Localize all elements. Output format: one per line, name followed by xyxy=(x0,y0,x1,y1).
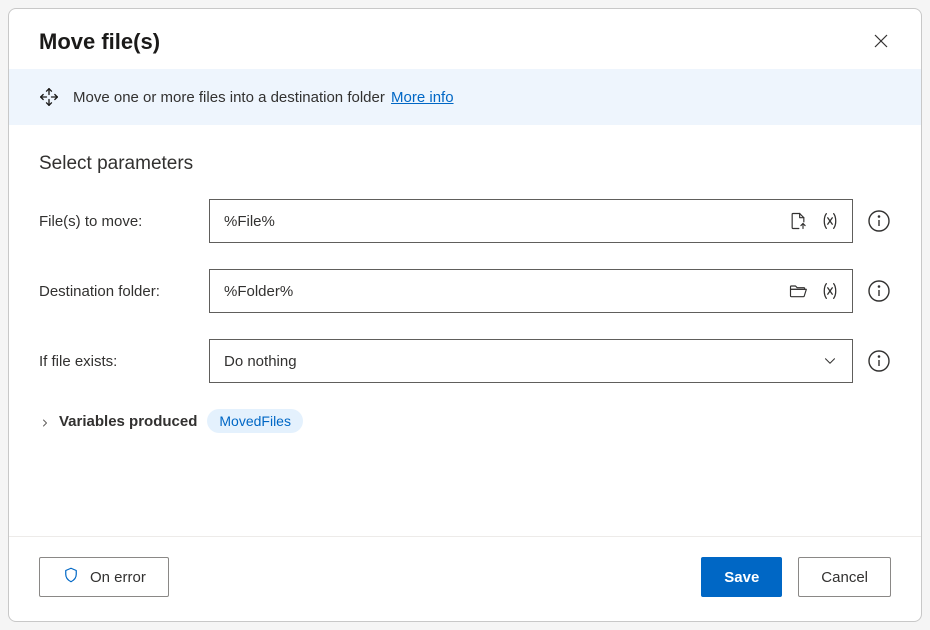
destination-folder-label: Destination folder: xyxy=(39,283,195,300)
cancel-label: Cancel xyxy=(821,569,868,586)
files-to-move-control xyxy=(209,199,853,243)
save-button[interactable]: Save xyxy=(701,557,782,597)
chevron-down-icon xyxy=(818,349,842,373)
variable-picker-button[interactable] xyxy=(818,209,842,233)
chevron-right-icon xyxy=(39,416,49,426)
on-error-button[interactable]: On error xyxy=(39,557,169,597)
info-icon xyxy=(867,279,891,303)
destination-folder-control xyxy=(209,269,853,313)
dialog-header: Move file(s) xyxy=(9,9,921,69)
close-icon xyxy=(873,33,889,49)
info-icon xyxy=(867,209,891,233)
footer-right: Save Cancel xyxy=(701,557,891,597)
files-to-move-row: File(s) to move: xyxy=(39,199,891,243)
shield-icon xyxy=(62,566,80,588)
files-to-move-label: File(s) to move: xyxy=(39,213,195,230)
files-to-move-input[interactable] xyxy=(224,213,778,230)
variables-produced-label: Variables produced xyxy=(59,413,197,430)
if-file-exists-value: Do nothing xyxy=(224,353,810,370)
dialog-title: Move file(s) xyxy=(39,29,160,55)
more-info-link[interactable]: More info xyxy=(391,89,454,106)
move-arrows-icon xyxy=(39,87,59,107)
close-button[interactable] xyxy=(871,32,891,52)
section-heading: Select parameters xyxy=(39,153,891,175)
pick-folder-button[interactable] xyxy=(786,279,810,303)
on-error-label: On error xyxy=(90,569,146,586)
info-bar: Move one or more files into a destinatio… xyxy=(9,69,921,125)
file-picker-icon xyxy=(788,211,808,231)
move-files-dialog: Move file(s) Move one or more files into… xyxy=(8,8,922,622)
exists-info-button[interactable] xyxy=(867,349,891,373)
if-file-exists-row: If file exists: Do nothing xyxy=(39,339,891,383)
folder-icon xyxy=(788,281,808,301)
if-file-exists-label: If file exists: xyxy=(39,353,195,370)
destination-folder-row: Destination folder: xyxy=(39,269,891,313)
destination-folder-input[interactable] xyxy=(224,283,778,300)
info-icon xyxy=(867,349,891,373)
variable-icon xyxy=(819,280,841,302)
save-label: Save xyxy=(724,569,759,586)
info-text: Move one or more files into a destinatio… xyxy=(73,89,454,106)
variable-chip[interactable]: MovedFiles xyxy=(207,409,303,433)
if-file-exists-select[interactable]: Do nothing xyxy=(209,339,853,383)
pick-file-button[interactable] xyxy=(786,209,810,233)
dest-info-button[interactable] xyxy=(867,279,891,303)
cancel-button[interactable]: Cancel xyxy=(798,557,891,597)
variable-icon xyxy=(819,210,841,232)
dialog-footer: On error Save Cancel xyxy=(9,536,921,621)
info-description: Move one or more files into a destinatio… xyxy=(73,89,385,106)
files-info-button[interactable] xyxy=(867,209,891,233)
dialog-body: Select parameters File(s) to move: xyxy=(9,125,921,536)
variable-picker-button-2[interactable] xyxy=(818,279,842,303)
variables-produced-row[interactable]: Variables produced MovedFiles xyxy=(39,409,891,433)
